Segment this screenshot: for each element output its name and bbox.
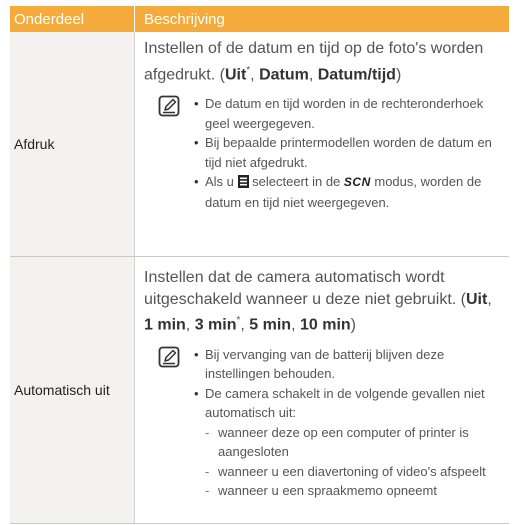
option: Datum	[259, 65, 309, 83]
option-sep: ,	[487, 290, 492, 308]
option: 3 min	[194, 316, 237, 334]
option: Uit	[465, 290, 488, 308]
row-label: Afdruk	[14, 136, 55, 152]
description-intro: Instellen dat de camera automatisch word…	[144, 269, 466, 308]
option-sep: ,	[240, 316, 250, 334]
row-label: Automatisch uit	[14, 382, 110, 398]
header-onderdeel: Onderdeel	[14, 10, 85, 28]
option: Uit	[224, 65, 247, 83]
menu-icon	[237, 175, 249, 189]
sub-list-item: wanneer u een diavertoning of video's af…	[194, 462, 499, 482]
description-close: )	[395, 65, 402, 83]
header-beschrijving: Beschrijving	[134, 6, 509, 32]
list-item: De datum en tijd worden in de rechterond…	[194, 94, 499, 133]
list-item: Als u selecteert in de SCN modus, worden…	[194, 172, 499, 212]
note-list: Bij vervanging van de batterij blijven d…	[194, 345, 499, 501]
row-description: Instellen dat de camera automatisch word…	[134, 257, 509, 523]
option-sep: ,	[291, 316, 300, 334]
description-text: Instellen dat de camera automatisch word…	[144, 267, 499, 336]
scn-mode-icon: SCN	[343, 175, 371, 190]
list-item: Bij vervanging van de batterij blijven d…	[194, 345, 499, 384]
table-row: Automatisch uit Instellen dat de camera …	[10, 257, 509, 524]
bullet-text: Als u	[205, 174, 238, 190]
settings-table: Onderdeel Beschrijving Afdruk Instellen …	[10, 6, 509, 524]
table-header: Onderdeel Beschrijving	[10, 6, 509, 32]
list-item: De camera schakelt in de volgende gevall…	[194, 384, 499, 423]
description-close: )	[350, 316, 356, 334]
sub-list-item: wanneer deze op een computer of printer …	[194, 423, 499, 462]
option-sep: ,	[185, 316, 195, 334]
note-block: De datum en tijd worden in de rechterond…	[144, 94, 499, 212]
note-icon	[158, 346, 180, 368]
description-text: Instellen of de datum en tijd op de foto…	[144, 38, 499, 85]
option-sep: ,	[308, 65, 318, 83]
option: 5 min	[249, 316, 292, 334]
sub-list-item: wanneer u een spraakmemo opneemt	[194, 481, 499, 501]
settings-page: Onderdeel Beschrijving Afdruk Instellen …	[0, 0, 515, 525]
table-row: Afdruk Instellen of de datum en tijd op …	[10, 32, 509, 257]
option: 10 min	[299, 316, 351, 334]
note-block: Bij vervanging van de batterij blijven d…	[144, 345, 499, 501]
option: Datum/tijd	[317, 65, 396, 83]
option-sep: ,	[250, 65, 260, 83]
bullet-text: selecteert in de	[248, 174, 344, 190]
option: 1 min	[144, 316, 186, 334]
list-item: Bij bepaalde printermodellen worden de d…	[194, 133, 499, 172]
note-list: De datum en tijd worden in de rechterond…	[194, 94, 499, 212]
row-description: Instellen of de datum en tijd op de foto…	[134, 32, 509, 256]
note-icon	[158, 95, 180, 117]
